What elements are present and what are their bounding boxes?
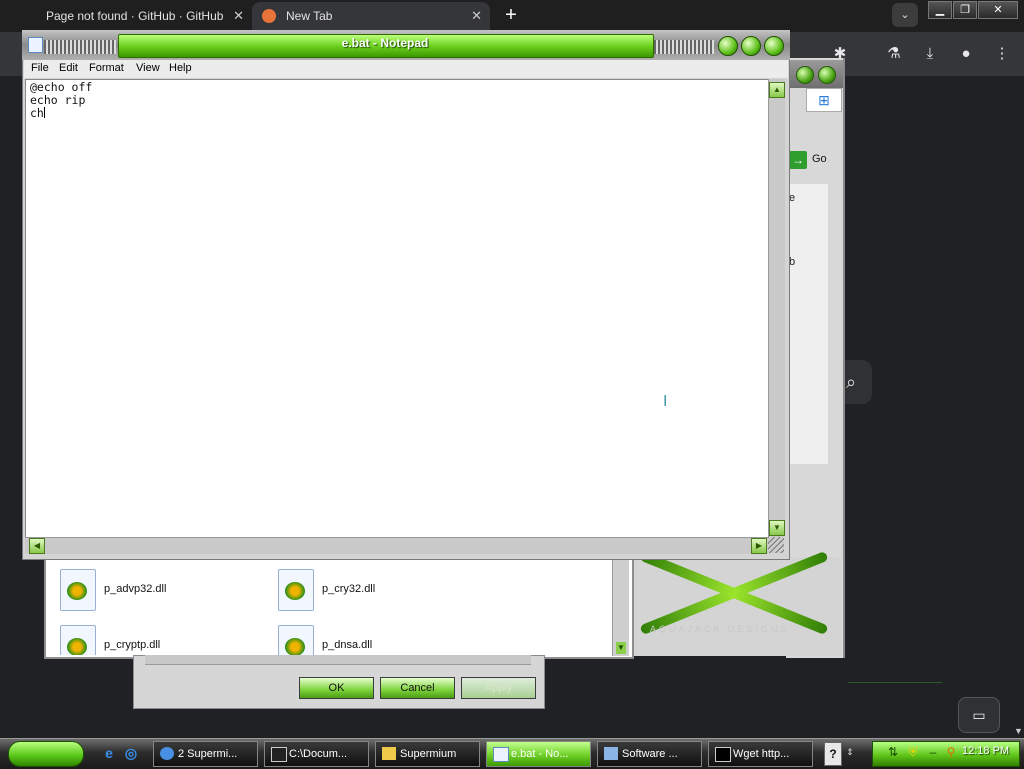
tab-search-button[interactable]: ⌄ [892, 3, 918, 27]
taskbar-button-supermium-group[interactable]: 2 Supermi... [153, 741, 258, 767]
go-arrow-icon: → [789, 151, 807, 169]
task-label: Supermium [400, 748, 457, 760]
maximize-button[interactable]: ❐ [953, 1, 977, 19]
folder-icon [382, 747, 396, 760]
file-name: p_cryptp.dll [104, 639, 161, 651]
tray-expand-icon[interactable]: ⇕ [843, 744, 857, 760]
taskbar-button-command-prompt[interactable]: C:\Docum... [264, 741, 369, 767]
close-button[interactable]: ✕ [978, 1, 1018, 19]
divider [848, 682, 942, 683]
xp-wallpaper-art [630, 557, 841, 656]
volume-icon[interactable]: – [926, 744, 940, 760]
file-name: p_advp32.dll [104, 583, 167, 595]
ok-button[interactable]: OK [299, 677, 374, 699]
security-shield-icon[interactable]: ⛨ [906, 744, 920, 760]
download-icon[interactable]: ⤓ [920, 44, 940, 64]
taskbar-button-wget[interactable]: Wget http... [708, 741, 813, 767]
windows-logo-icon: ⊞ [806, 88, 842, 112]
scroll-down-icon[interactable]: ▼ [769, 520, 785, 536]
titlebar-grip [654, 40, 714, 54]
internet-explorer-icon[interactable]: e [100, 744, 118, 762]
labs-flask-icon[interactable]: ⚗ [884, 44, 904, 64]
background-pane [790, 184, 828, 464]
tab-new-tab[interactable]: New Tab ✕ [252, 2, 490, 30]
supermium-icon [160, 747, 174, 760]
menu-file[interactable]: File [31, 62, 49, 74]
dll-file-icon [60, 625, 96, 655]
tab-close-icon[interactable]: ✕ [471, 2, 482, 30]
bg-minimize-button[interactable] [796, 66, 814, 84]
browser-quicklaunch-icon[interactable]: ◎ [122, 744, 140, 762]
menu-edit[interactable]: Edit [59, 62, 78, 74]
i-beam-cursor-icon: I [663, 393, 668, 410]
resize-grip[interactable] [768, 537, 784, 553]
text-caret [43, 107, 45, 118]
taskbar-button-software[interactable]: Software ... [597, 741, 702, 767]
tab-label: New Tab [286, 9, 333, 23]
taskbar-button-notepad[interactable]: e.bat - No... [486, 741, 591, 767]
editor-content[interactable]: @echo off echo rip ch [30, 81, 92, 120]
7zip-icon [271, 747, 287, 762]
go-label: Go [812, 153, 827, 165]
file-item[interactable]: p_cryptp.dll [60, 625, 200, 655]
command-prompt-icon [715, 747, 731, 762]
task-label: e.bat - No... [511, 748, 569, 760]
notepad-icon [493, 747, 509, 762]
dll-file-icon [60, 569, 96, 611]
page-scrollbar[interactable]: ▼ [1012, 76, 1024, 738]
task-label: Wget http... [733, 748, 790, 760]
scroll-right-icon[interactable]: ▶ [751, 538, 767, 554]
go-button[interactable]: → Go [789, 150, 839, 170]
file-list-scrollbar[interactable]: ▼ [612, 558, 629, 656]
cancel-button[interactable]: Cancel [380, 677, 455, 699]
tab-close-icon[interactable]: ✕ [233, 2, 244, 30]
text-editor[interactable] [25, 79, 769, 537]
profile-icon[interactable]: ● [956, 44, 976, 64]
file-name: p_dnsa.dll [322, 639, 373, 651]
notepad-close-button[interactable] [764, 36, 784, 56]
file-item[interactable]: p_dnsa.dll [278, 625, 418, 655]
taskbar-clock[interactable]: 12:18 PM [962, 745, 1009, 757]
help-button[interactable]: ? [824, 742, 842, 766]
feedback-icon[interactable]: ▭ [958, 697, 1000, 733]
tab-page-not-found[interactable]: Page not found · GitHub · GitHub ✕ [30, 2, 252, 30]
vertical-scrollbar[interactable] [768, 79, 785, 537]
minimize-button[interactable]: ▁ [928, 1, 952, 19]
scroll-down-icon[interactable]: ▼ [616, 642, 626, 654]
titlebar-grip [44, 40, 116, 54]
horizontal-scrollbar[interactable] [25, 537, 768, 554]
menu-help[interactable]: Help [169, 62, 192, 74]
scroll-down-icon[interactable]: ▼ [1014, 726, 1023, 736]
start-button[interactable] [8, 741, 84, 767]
network-icon[interactable]: ⇅ [886, 744, 900, 760]
task-label: C:\Docum... [289, 748, 348, 760]
menu-view[interactable]: View [136, 62, 160, 74]
dll-file-icon [278, 569, 314, 611]
more-menu-icon[interactable]: ⋮ [992, 44, 1012, 64]
supermium-icon [262, 9, 276, 23]
menu-format[interactable]: Format [89, 62, 124, 74]
notepad-minimize-button[interactable] [718, 36, 738, 56]
notepad-maximize-button[interactable] [741, 36, 761, 56]
dll-file-icon [278, 625, 314, 655]
file-name: p_cry32.dll [322, 583, 376, 595]
task-label: Software ... [622, 748, 678, 760]
scroll-left-icon[interactable]: ◀ [29, 538, 45, 554]
search-icon[interactable]: ⚲ [944, 744, 958, 760]
bg-close-button[interactable] [818, 66, 836, 84]
taskbar-button-folder[interactable]: Supermium [375, 741, 480, 767]
tab-label: Page not found · GitHub · GitHub [46, 9, 224, 23]
window-title: e.bat - Notepad [341, 36, 429, 50]
apply-button[interactable]: Apply [461, 677, 536, 699]
scroll-up-icon[interactable]: ▲ [769, 82, 785, 98]
notepad-icon[interactable] [28, 37, 43, 53]
dialog-panel [145, 655, 531, 665]
new-tab-button[interactable]: + [500, 5, 522, 27]
control-panel-icon [604, 747, 618, 760]
editor-text: @echo off echo rip ch [30, 80, 93, 120]
art-caption: AQUAJACK DESIGNS [650, 624, 790, 634]
task-label: 2 Supermi... [178, 748, 238, 760]
